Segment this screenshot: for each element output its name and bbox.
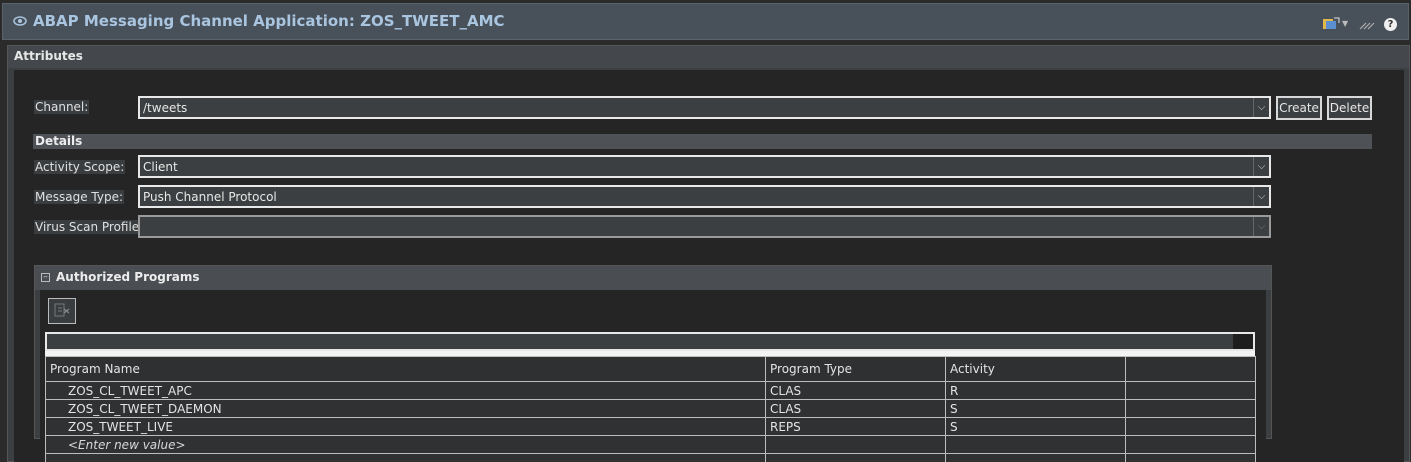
program-type-cell[interactable]: CLAS [765,399,946,418]
empty-cell [1125,381,1256,400]
chevron-down-icon: ⌵ [1253,217,1269,236]
empty-cell [765,453,946,462]
details-header: Details [33,134,1372,149]
remove-program-button[interactable] [48,298,76,324]
authorized-programs-title: Authorized Programs [56,270,200,284]
editor-header: ABAP Messaging Channel Application: ZOS_… [2,3,1409,40]
virus-scan-profile-label: Virus Scan Profile: [34,220,145,234]
table-row[interactable]: ZOS_CL_TWEET_APC CLAS R [45,381,1256,400]
links-icon[interactable] [1322,17,1340,31]
message-type-value: Push Channel Protocol [143,190,277,204]
activity-cell[interactable]: S [945,399,1126,418]
column-header-activity[interactable]: Activity [945,356,1126,382]
empty-cell [1125,417,1256,436]
authorized-programs-body: Program Name Program Type Activity ZOS_C… [40,290,1266,462]
delete-button[interactable]: Delete [1327,96,1372,120]
authorized-programs-section: – Authorized Programs Program Name Progr… [34,265,1272,462]
channel-combo[interactable]: /tweets ⌵ [138,96,1271,119]
collapse-icon[interactable]: – [41,273,50,282]
empty-cell[interactable] [765,435,946,454]
create-button[interactable]: Create [1276,96,1322,120]
table-row[interactable]: ZOS_CL_TWEET_DAEMON CLAS S [45,399,1256,418]
program-name-cell[interactable]: ZOS_CL_TWEET_DAEMON [45,399,766,418]
new-value-row[interactable]: <Enter new value> [45,435,1256,454]
attributes-title: Attributes [14,49,83,63]
message-type-combo[interactable]: Push Channel Protocol ⌵ [138,185,1271,208]
authorized-programs-table: Program Name Program Type Activity ZOS_C… [45,356,1256,462]
activity-scope-value: Client [143,160,178,174]
program-name-cell[interactable]: ZOS_CL_TWEET_APC [45,381,766,400]
help-icon[interactable]: ? [1384,18,1397,31]
chevron-down-icon[interactable]: ⌵ [1253,98,1269,117]
activity-scope-label: Activity Scope: [34,160,126,174]
activity-cell[interactable]: R [945,381,1126,400]
chevron-down-icon[interactable]: ⌵ [1253,187,1269,206]
attributes-section: Attributes Channel: /tweets ⌵ Create Del… [7,45,1410,462]
table-header-row: Program Name Program Type Activity [45,356,1256,382]
program-name-cell[interactable]: ZOS_TWEET_LIVE [45,417,766,436]
empty-cell [1125,453,1256,462]
amc-channel-icon [13,16,27,26]
table-row [45,453,1256,462]
activity-scope-combo[interactable]: Client ⌵ [138,155,1271,178]
empty-cell [1125,435,1256,454]
empty-cell [45,453,766,462]
editor-title: ABAP Messaging Channel Application: ZOS_… [33,12,505,30]
editor-titlebar: ABAP Messaging Channel Application: ZOS_… [0,0,1411,43]
filter-scroll-block [1233,334,1253,349]
details-title: Details [35,134,83,148]
empty-cell [945,453,1126,462]
channel-value: /tweets [143,101,188,115]
message-type-label: Message Type: [34,190,125,204]
program-type-cell[interactable]: CLAS [765,381,946,400]
column-header-empty [1125,356,1256,382]
virus-scan-profile-combo: ⌵ [138,215,1271,238]
table-row[interactable]: ZOS_TWEET_LIVE REPS S [45,417,1256,436]
new-value-cell[interactable]: <Enter new value> [45,435,766,454]
activity-cell[interactable]: S [945,417,1126,436]
attributes-header: Attributes [8,46,1409,68]
authorized-programs-header[interactable]: – Authorized Programs [35,266,1271,290]
empty-cell [1125,399,1256,418]
attributes-body: Channel: /tweets ⌵ Create Delete Details… [14,70,1404,462]
chevron-down-icon[interactable]: ⌵ [1253,157,1269,176]
table-filter-bar[interactable] [45,332,1255,351]
channel-label: Channel: [34,100,90,114]
edit-icon[interactable] [1358,17,1376,31]
remove-row-icon [54,303,70,317]
program-type-cell[interactable]: REPS [765,417,946,436]
column-header-program-name[interactable]: Program Name [45,356,766,382]
empty-cell[interactable] [945,435,1126,454]
column-header-program-type[interactable]: Program Type [765,356,946,382]
